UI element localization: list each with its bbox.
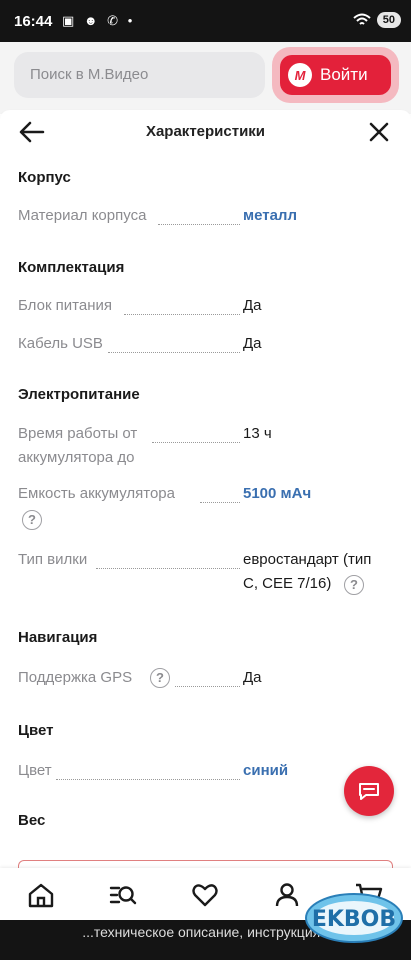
status-time: 16:44 — [14, 13, 53, 30]
app-header: Поиск в М.Видео М Войти — [0, 42, 411, 108]
dotted-leader — [108, 352, 240, 353]
chat-button[interactable] — [344, 766, 394, 816]
battery-indicator: 50 — [376, 12, 401, 28]
section-title-color: Цвет — [18, 722, 54, 739]
section-title-kit: Комплектация — [18, 259, 125, 276]
sheet-titlebar: Характеристики — [0, 110, 411, 154]
section-title-weight: Вес — [18, 812, 46, 829]
chat-icon — [359, 783, 379, 800]
svg-text:EKBOB: EKBOB — [312, 907, 396, 932]
mvideo-logo-icon: М — [288, 63, 312, 87]
dotted-leader — [175, 686, 240, 687]
spec-name-runtime-line2: аккумулятора до — [18, 449, 135, 466]
spec-value-plug-line1: евростандарт (тип — [243, 551, 372, 568]
spec-value-usb: Да — [243, 335, 262, 352]
close-icon[interactable] — [367, 120, 391, 144]
spec-value-plug-line2: C, CEE 7/16) — [243, 575, 332, 592]
dotted-leader — [96, 568, 240, 569]
home-icon[interactable] — [26, 880, 56, 910]
notification-icons: ▣ ☻ ✆ • — [62, 13, 136, 28]
heart-icon[interactable] — [190, 880, 220, 910]
dotted-leader — [158, 224, 240, 225]
profile-icon[interactable] — [272, 880, 302, 910]
catalog-search-icon[interactable] — [108, 880, 138, 910]
spec-value-psu: Да — [243, 297, 262, 314]
spec-value-gps: Да — [243, 669, 262, 686]
dotted-leader — [152, 442, 240, 443]
wifi-icon — [353, 13, 371, 25]
status-indicators: 50 — [353, 12, 401, 28]
login-button[interactable]: М Войти — [280, 55, 391, 95]
spec-value-runtime: 13 ч — [243, 425, 272, 442]
sheet-title: Характеристики — [145, 123, 266, 140]
status-bar: 16:44 ▣ ☻ ✆ • 50 — [0, 0, 411, 42]
section-title-body: Корпус — [18, 169, 71, 186]
help-icon[interactable]: ? — [150, 668, 170, 688]
specifications-list[interactable]: Корпус Материал корпуса металл Комплекта… — [0, 154, 411, 854]
search-input[interactable]: Поиск в М.Видео — [14, 52, 265, 98]
section-title-navigation: Навигация — [18, 629, 98, 646]
search-placeholder: Поиск в М.Видео — [30, 66, 149, 83]
dotted-leader — [56, 779, 240, 780]
help-icon[interactable]: ? — [22, 510, 42, 530]
section-title-power: Электропитание — [18, 386, 140, 403]
spec-value-capacity[interactable]: 5100 мАч — [243, 482, 403, 506]
dotted-leader — [200, 502, 240, 503]
help-icon[interactable]: ? — [344, 575, 364, 595]
spec-value-material[interactable]: металл — [243, 204, 403, 228]
login-button-highlight: М Войти — [272, 47, 399, 103]
dotted-leader — [124, 314, 240, 315]
ekbob-watermark-logo: EKBOB — [305, 893, 403, 943]
login-label: Войти — [320, 65, 368, 84]
